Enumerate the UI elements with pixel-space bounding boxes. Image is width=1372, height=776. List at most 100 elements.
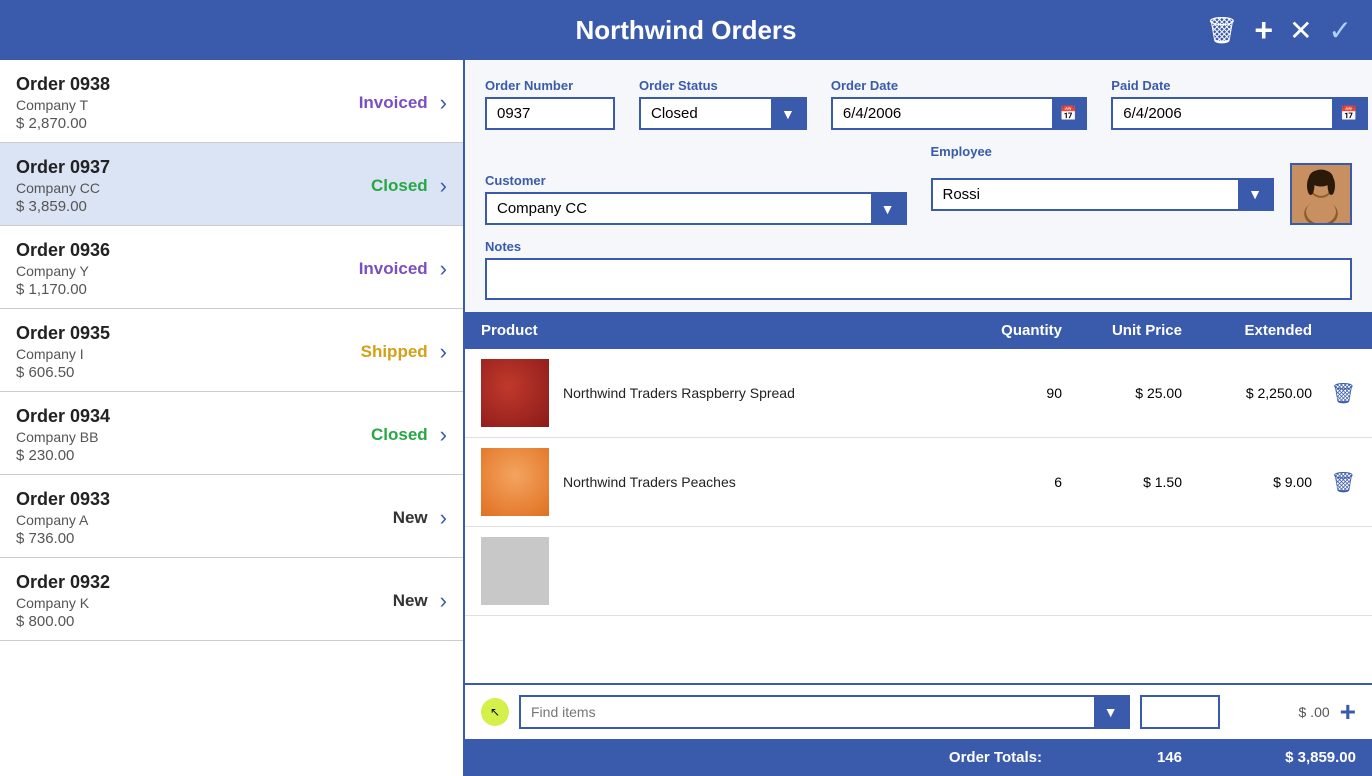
- app-header: Northwind Orders 🗑 + ✕ ✓: [0, 0, 1372, 60]
- order-chevron-icon: ›: [440, 422, 447, 448]
- order-amount: $ 230.00: [16, 447, 338, 464]
- order-list: Order 0938 Company T $ 2,870.00 Invoiced…: [0, 60, 465, 776]
- order-chevron-icon: ›: [440, 256, 447, 282]
- order-list-item[interactable]: Order 0938 Company T $ 2,870.00 Invoiced…: [0, 60, 463, 143]
- header-actions: 🗑 + ✕ ✓: [1205, 12, 1352, 49]
- order-chevron-icon: ›: [440, 505, 447, 531]
- product-delete-btn[interactable]: 🗑: [1331, 470, 1356, 495]
- order-status-input[interactable]: [641, 99, 771, 128]
- product-qty: 90: [962, 385, 1062, 401]
- detail-panel: Order Number Order Status ▼ Order Date 📅: [465, 60, 1372, 776]
- paid-date-group: Paid Date 📅: [1111, 78, 1367, 130]
- order-company: Company Y: [16, 263, 338, 279]
- totals-qty: 146: [1082, 749, 1182, 766]
- order-status-dropdown-btn[interactable]: ▼: [771, 99, 805, 128]
- order-company: Company I: [16, 346, 338, 362]
- order-number-group: Order Number: [485, 78, 615, 130]
- employee-avatar-svg: [1292, 163, 1350, 225]
- order-status-group: Order Status ▼: [639, 78, 807, 130]
- product-unit-price: $ 25.00: [1062, 385, 1182, 401]
- order-info: Order 0935 Company I $ 606.50: [16, 323, 338, 381]
- find-items-dropdown-btn[interactable]: ▼: [1094, 697, 1128, 727]
- employee-dropdown-btn[interactable]: ▼: [1238, 180, 1272, 209]
- order-date-group: Order Date 📅: [831, 78, 1087, 130]
- order-list-item[interactable]: Order 0935 Company I $ 606.50 Shipped ›: [0, 309, 463, 392]
- order-chevron-icon: ›: [440, 90, 447, 116]
- paid-date-calendar-btn[interactable]: 📅: [1332, 99, 1365, 128]
- find-items-wrapper: ▼: [519, 695, 1130, 729]
- order-name: Order 0935: [16, 323, 338, 344]
- col-action-header: [1312, 322, 1356, 339]
- add-product-btn[interactable]: +: [1340, 696, 1356, 728]
- add-icon[interactable]: +: [1254, 12, 1273, 49]
- employee-group: Employee ▼: [931, 144, 1353, 225]
- order-status: New: [338, 591, 428, 611]
- order-status: Closed: [338, 176, 428, 196]
- product-row-partial: [465, 527, 1372, 616]
- order-name: Order 0934: [16, 406, 338, 427]
- order-date-label: Order Date: [831, 78, 1087, 93]
- customer-input[interactable]: [487, 194, 871, 223]
- cancel-icon[interactable]: ✕: [1289, 14, 1312, 47]
- form-row-1: Order Number Order Status ▼ Order Date 📅: [485, 78, 1352, 130]
- qty-input[interactable]: [1140, 695, 1220, 729]
- customer-select-wrapper: ▼: [485, 192, 907, 225]
- paid-date-input[interactable]: [1113, 99, 1332, 128]
- employee-row: ▼: [931, 163, 1353, 225]
- notes-textarea[interactable]: [485, 258, 1352, 300]
- order-info: Order 0936 Company Y $ 1,170.00: [16, 240, 338, 298]
- order-amount: $ 800.00: [16, 613, 338, 630]
- order-list-item[interactable]: Order 0936 Company Y $ 1,170.00 Invoiced…: [0, 226, 463, 309]
- order-status-label: Order Status: [639, 78, 807, 93]
- order-info: Order 0934 Company BB $ 230.00: [16, 406, 338, 464]
- totals-row: Order Totals: 146 $ 3,859.00: [465, 739, 1372, 776]
- product-action: 🗑: [1312, 470, 1356, 495]
- order-name: Order 0938: [16, 74, 338, 95]
- customer-dropdown-btn[interactable]: ▼: [871, 194, 905, 223]
- order-list-item[interactable]: Order 0937 Company CC $ 3,859.00 Closed …: [0, 143, 463, 226]
- delete-icon[interactable]: 🗑: [1205, 15, 1238, 46]
- product-unit-price: $ 1.50: [1062, 474, 1182, 490]
- product-thumbnail-partial: [481, 537, 549, 605]
- product-extended: $ 9.00: [1182, 474, 1312, 490]
- order-list-item[interactable]: Order 0932 Company K $ 800.00 New ›: [0, 558, 463, 641]
- employee-label: Employee: [931, 144, 1353, 159]
- product-name: Northwind Traders Peaches: [563, 474, 962, 490]
- order-date-input[interactable]: [833, 99, 1052, 128]
- order-name: Order 0937: [16, 157, 338, 178]
- order-list-item[interactable]: Order 0933 Company A $ 736.00 New ›: [0, 475, 463, 558]
- order-amount: $ 1,170.00: [16, 281, 338, 298]
- order-company: Company BB: [16, 429, 338, 445]
- product-row: Northwind Traders Peaches 6 $ 1.50 $ 9.0…: [465, 438, 1372, 527]
- product-thumbnail: [481, 448, 549, 516]
- order-number-input[interactable]: [485, 97, 615, 130]
- notes-group: Notes: [485, 239, 1352, 300]
- col-product-header: Product: [481, 322, 962, 339]
- product-row: Northwind Traders Raspberry Spread 90 $ …: [465, 349, 1372, 438]
- order-name: Order 0933: [16, 489, 338, 510]
- employee-input[interactable]: [933, 180, 1239, 209]
- order-amount: $ 3,859.00: [16, 198, 338, 215]
- confirm-icon[interactable]: ✓: [1329, 14, 1352, 47]
- customer-label: Customer: [485, 173, 907, 188]
- totals-extended: $ 3,859.00: [1182, 749, 1356, 766]
- order-chevron-icon: ›: [440, 588, 447, 614]
- col-extended-header: Extended: [1182, 322, 1312, 339]
- order-date-calendar-btn[interactable]: 📅: [1052, 99, 1085, 128]
- order-date-input-wrapper: 📅: [831, 97, 1087, 130]
- product-delete-btn[interactable]: 🗑: [1331, 381, 1356, 406]
- order-amount: $ 2,870.00: [16, 115, 338, 132]
- order-info: Order 0938 Company T $ 2,870.00: [16, 74, 338, 132]
- order-info: Order 0933 Company A $ 736.00: [16, 489, 338, 547]
- order-status: New: [338, 508, 428, 528]
- product-name: Northwind Traders Raspberry Spread: [563, 385, 962, 401]
- cursor-icon: ↖: [490, 705, 500, 719]
- add-item-row: ↖ ▼ $ .00 +: [465, 683, 1372, 739]
- order-list-item[interactable]: Order 0934 Company BB $ 230.00 Closed ›: [0, 392, 463, 475]
- customer-group: Customer ▼: [485, 173, 907, 225]
- find-items-input[interactable]: [521, 697, 1094, 727]
- products-header: Product Quantity Unit Price Extended: [465, 312, 1372, 349]
- employee-photo: [1290, 163, 1352, 225]
- col-qty-header: Quantity: [962, 322, 1062, 339]
- order-info: Order 0932 Company K $ 800.00: [16, 572, 338, 630]
